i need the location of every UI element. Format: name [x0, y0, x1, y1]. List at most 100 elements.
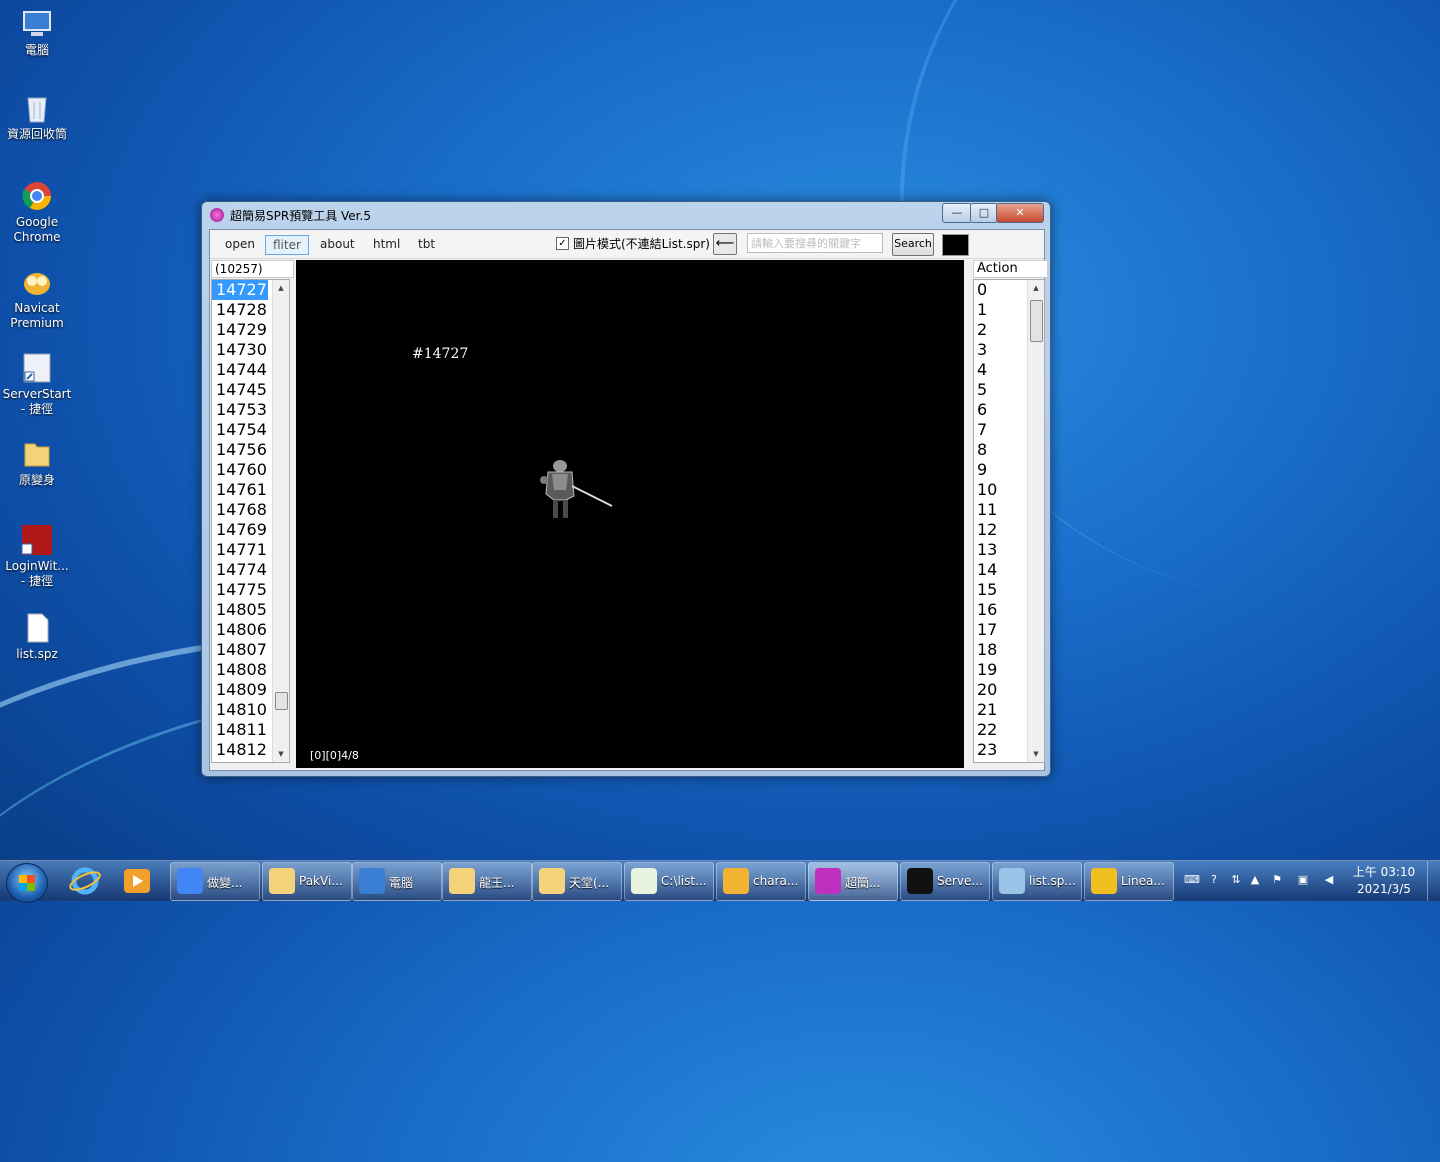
ie-icon[interactable] [68, 865, 102, 897]
action-list-scrollbar[interactable]: ▲ ▼ [1027, 280, 1044, 762]
background-color-swatch[interactable] [942, 234, 969, 256]
clock[interactable]: 上午 03:10 2021/3/5 [1348, 864, 1420, 898]
desktop-icon-folder[interactable]: 原變身 [2, 438, 72, 488]
action-list-item[interactable]: 9 [974, 460, 1025, 480]
taskbar-item[interactable]: 天堂(... [532, 862, 622, 901]
sprite-list[interactable]: 14727 14728 14729 14730 14744 14745 14753 14754… [211, 279, 290, 763]
taskbar-item[interactable]: 超簡... [808, 862, 898, 901]
language-icon[interactable]: ⇅ [1229, 873, 1243, 887]
sprite-list-item[interactable]: 14729 [212, 320, 268, 340]
action-list-item[interactable]: 0 [974, 280, 1025, 300]
sprite-list-item[interactable]: 14810 [212, 700, 268, 720]
action-list-item[interactable]: 13 [974, 540, 1025, 560]
taskbar-item[interactable]: chara... [716, 862, 806, 901]
sprite-list-item[interactable]: 14730 [212, 340, 268, 360]
minimize-button[interactable]: — [942, 203, 972, 223]
network-icon[interactable]: ▣ [1296, 873, 1310, 887]
action-list-item[interactable]: 12 [974, 520, 1025, 540]
scroll-thumb[interactable] [1030, 300, 1043, 342]
taskbar-item[interactable]: Linea... [1084, 862, 1174, 901]
sprite-list-item[interactable]: 14806 [212, 620, 268, 640]
taskbar-item[interactable]: 龍王... [442, 862, 532, 901]
close-button[interactable]: ✕ [996, 203, 1044, 223]
maximize-button[interactable]: □ [970, 203, 998, 223]
menu-about[interactable]: about [313, 235, 362, 253]
keyboard-icon[interactable]: ⌨ [1184, 873, 1200, 887]
desktop-icon-recycle-bin[interactable]: 資源回收筒 [2, 92, 72, 142]
taskbar-item[interactable]: 電腦 [352, 862, 442, 901]
sprite-list-item[interactable]: 14812 [212, 740, 268, 760]
back-arrow-button[interactable]: ⟵ [713, 233, 737, 255]
scroll-up-arrow-icon[interactable]: ▲ [1028, 280, 1044, 296]
action-list-item[interactable]: 15 [974, 580, 1025, 600]
sprite-list-item[interactable]: 14805 [212, 600, 268, 620]
action-center-flag-icon[interactable]: ⚑ [1270, 873, 1284, 887]
media-player-icon[interactable] [120, 865, 154, 897]
show-desktop-button[interactable] [1427, 861, 1440, 901]
action-list-item[interactable]: 11 [974, 500, 1025, 520]
taskbar-item[interactable]: Serve... [900, 862, 990, 901]
scroll-thumb[interactable] [275, 692, 288, 710]
scroll-down-arrow-icon[interactable]: ▼ [273, 746, 289, 762]
action-list-item[interactable]: 1 [974, 300, 1025, 320]
action-list-item[interactable]: 22 [974, 720, 1025, 740]
sprite-list-item[interactable]: 14744 [212, 360, 268, 380]
search-button[interactable]: Search [892, 233, 934, 256]
scroll-up-arrow-icon[interactable]: ▲ [273, 280, 289, 296]
action-list-item[interactable]: 2 [974, 320, 1025, 340]
sprite-list-item[interactable]: 14809 [212, 680, 268, 700]
sprite-list-item[interactable]: 14768 [212, 500, 268, 520]
sprite-list-item[interactable]: 14761 [212, 480, 268, 500]
sprite-list-item[interactable]: 14808 [212, 660, 268, 680]
action-list-item[interactable]: 8 [974, 440, 1025, 460]
taskbar-item[interactable]: list.sp... [992, 862, 1082, 901]
action-list[interactable]: 0 1 2 3 4 5 6 7 8 9 10 11 12 13 14 15 16 17 18 19 20 21 22 23 ▲… [973, 279, 1045, 763]
image-mode-checkbox[interactable]: ✓ [556, 237, 569, 250]
action-list-item[interactable]: 14 [974, 560, 1025, 580]
sprite-list-item[interactable]: 14769 [212, 520, 268, 540]
action-list-item[interactable]: 20 [974, 680, 1025, 700]
sprite-list-item[interactable]: 14760 [212, 460, 268, 480]
desktop-icon-navicat[interactable]: Navicat Premium [2, 266, 72, 331]
sprite-list-item[interactable]: 14811 [212, 720, 268, 740]
action-list-item[interactable]: 17 [974, 620, 1025, 640]
search-input[interactable] [747, 233, 883, 253]
action-list-item[interactable]: 4 [974, 360, 1025, 380]
sprite-list-item[interactable]: 14754 [212, 420, 268, 440]
sprite-list-item[interactable]: 14771 [212, 540, 268, 560]
desktop-icon-list-spz[interactable]: list.spz [2, 612, 72, 662]
action-list-item[interactable]: 16 [974, 600, 1025, 620]
menu-tbt[interactable]: tbt [411, 235, 442, 253]
action-list-item[interactable]: 7 [974, 420, 1025, 440]
action-list-item[interactable]: 23 [974, 740, 1025, 760]
sprite-list-item[interactable]: 14774 [212, 560, 268, 580]
sprite-list-item[interactable]: 14775 [212, 580, 268, 600]
desktop-icon-login[interactable]: LoginWit... - 捷徑 [2, 524, 72, 589]
action-list-item[interactable]: 21 [974, 700, 1025, 720]
menu-filter[interactable]: fliter [265, 235, 309, 255]
show-hidden-icons-icon[interactable]: ▲ [1248, 873, 1262, 887]
desktop-icon-chrome[interactable]: Google Chrome [2, 180, 72, 245]
desktop-icon-serverstart[interactable]: ServerStart - 捷徑 [2, 352, 72, 417]
volume-icon[interactable]: ◀ [1322, 873, 1336, 887]
action-list-item[interactable]: 5 [974, 380, 1025, 400]
scroll-down-arrow-icon[interactable]: ▼ [1028, 746, 1044, 762]
sprite-list-item[interactable]: 14728 [212, 300, 268, 320]
title-bar[interactable]: 超簡易SPR預覽工具 Ver.5 — □ ✕ [202, 202, 1050, 228]
desktop-icon-computer[interactable]: 電腦 [2, 8, 72, 58]
menu-html[interactable]: html [366, 235, 407, 253]
taskbar-item[interactable]: 做變... [170, 862, 260, 901]
sprite-list-item[interactable]: 14756 [212, 440, 268, 460]
sprite-preview-canvas[interactable]: #14727 [0][0]4/8 [296, 260, 964, 768]
taskbar-item[interactable]: PakVi... [262, 862, 352, 901]
help-icon[interactable]: ? [1207, 873, 1221, 887]
sprite-list-item[interactable]: 14727 [212, 280, 268, 300]
action-list-item[interactable]: 19 [974, 660, 1025, 680]
start-button[interactable] [6, 863, 48, 903]
action-list-item[interactable]: 3 [974, 340, 1025, 360]
menu-open[interactable]: open [218, 235, 262, 253]
sprite-list-item[interactable]: 14745 [212, 380, 268, 400]
sprite-list-item[interactable]: 14807 [212, 640, 268, 660]
action-list-item[interactable]: 18 [974, 640, 1025, 660]
taskbar-item[interactable]: C:\list... [624, 862, 714, 901]
